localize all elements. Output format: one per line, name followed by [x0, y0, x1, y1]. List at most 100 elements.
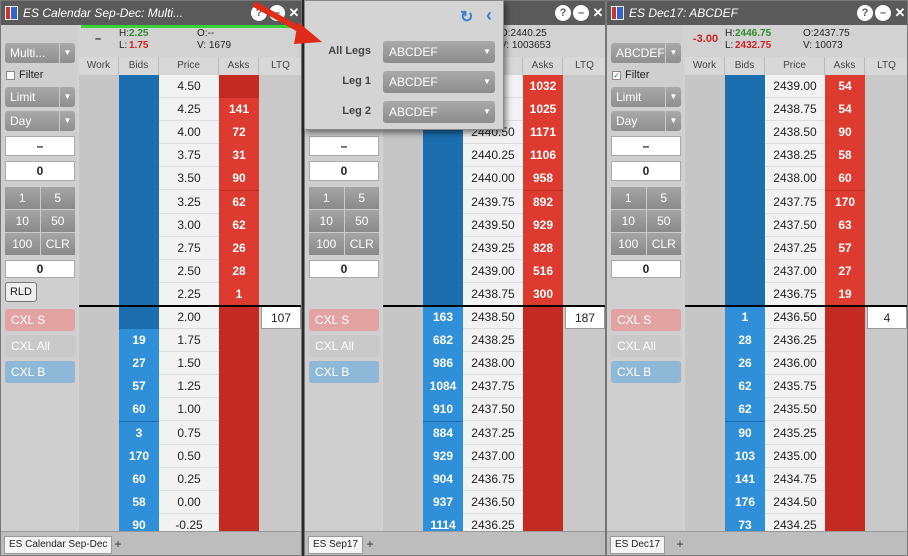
ladder-row[interactable]: 1 2436.50 4 — [685, 306, 907, 329]
ladder-row[interactable]: 2439.50 929 — [383, 213, 605, 237]
ask-cell[interactable]: 54 — [825, 75, 865, 98]
ask-cell[interactable]: 90 — [219, 167, 259, 191]
ladder-row[interactable]: 2437.00 27 — [685, 259, 907, 283]
price-cell[interactable]: 2.00 — [159, 306, 219, 329]
leg-account-select[interactable]: ABCDEF ▼ — [383, 41, 495, 63]
ask-cell[interactable]: 72 — [219, 121, 259, 145]
bid-cell[interactable] — [119, 98, 159, 121]
ask-cell[interactable] — [523, 306, 563, 329]
price-cell[interactable]: 1.00 — [159, 398, 219, 422]
ladder-row[interactable]: 2438.75 54 — [685, 98, 907, 122]
bid-cell[interactable]: 62 — [725, 375, 765, 399]
price-cell[interactable]: 4.00 — [159, 121, 219, 145]
ask-cell[interactable] — [523, 422, 563, 445]
leg-account-select[interactable]: ABCDEF ▼ — [383, 101, 495, 123]
refresh-icon[interactable]: ↻ — [460, 7, 473, 27]
price-cell[interactable]: 2439.50 — [463, 214, 523, 237]
price-cell[interactable]: 2435.25 — [765, 422, 825, 445]
price-cell[interactable]: 2436.75 — [765, 283, 825, 306]
quantity-button[interactable]: 10 — [309, 210, 344, 232]
plus-icon[interactable]: + — [111, 536, 125, 552]
bid-cell[interactable]: 937 — [423, 490, 463, 514]
close-icon[interactable]: ✕ — [892, 5, 907, 21]
ladder-row[interactable]: 170 0.50 — [79, 444, 301, 468]
bid-cell[interactable]: 170 — [119, 444, 159, 468]
bid-cell[interactable] — [119, 75, 159, 98]
ask-cell[interactable]: 63 — [825, 213, 865, 237]
bid-cell[interactable]: 3 — [119, 421, 159, 445]
bid-cell[interactable]: 176 — [725, 490, 765, 514]
price-cell[interactable]: 4.50 — [159, 75, 219, 98]
ask-cell[interactable] — [825, 329, 865, 352]
window-tab[interactable]: ES Sep17 — [308, 536, 364, 554]
price-cell[interactable]: 2434.75 — [765, 468, 825, 491]
price-cell[interactable]: 2438.50 — [765, 121, 825, 145]
ask-cell[interactable]: 62 — [219, 213, 259, 237]
ladder-row[interactable]: 60 0.25 — [79, 467, 301, 491]
price-cell[interactable]: 2438.50 — [463, 306, 523, 329]
quantity-button[interactable]: 5 — [40, 187, 75, 209]
price-cell[interactable]: 2436.50 — [765, 306, 825, 329]
ladder-row[interactable]: 2440.25 1106 — [383, 144, 605, 168]
bid-cell[interactable] — [725, 121, 765, 144]
ladder-row[interactable]: 4.00 72 — [79, 121, 301, 145]
price-cell[interactable]: 3.75 — [159, 144, 219, 168]
bid-cell[interactable]: 904 — [423, 467, 463, 491]
bid-cell[interactable] — [725, 214, 765, 237]
ask-cell[interactable]: 516 — [523, 259, 563, 283]
ask-cell[interactable]: 929 — [523, 213, 563, 237]
ladder-row[interactable]: 937 2436.50 — [383, 490, 605, 514]
ask-cell[interactable] — [219, 422, 259, 445]
cancel-buys-button[interactable]: CXL B — [611, 361, 681, 383]
ladder-row[interactable]: 2438.75 300 — [383, 282, 605, 306]
column-header[interactable]: LTQ — [865, 57, 907, 75]
order-type-select[interactable]: Limit ▼ — [611, 87, 681, 107]
ask-cell[interactable]: 828 — [523, 236, 563, 260]
bid-cell[interactable] — [725, 260, 765, 283]
quantity-button[interactable]: 1 — [309, 187, 344, 209]
ladder-row[interactable]: 2440.00 958 — [383, 167, 605, 191]
quantity-button[interactable]: 10 — [5, 210, 40, 232]
bid-cell[interactable]: 27 — [119, 352, 159, 376]
bid-cell[interactable] — [119, 144, 159, 167]
price-cell[interactable]: 2437.75 — [765, 191, 825, 214]
ladder-row[interactable]: 57 1.25 — [79, 375, 301, 399]
price-cell[interactable]: 3.25 — [159, 191, 219, 214]
ask-cell[interactable]: 958 — [523, 167, 563, 191]
ask-cell[interactable]: 19 — [825, 282, 865, 306]
ladder-row[interactable]: 60 1.00 — [79, 398, 301, 422]
bid-cell[interactable] — [423, 191, 463, 214]
price-cell[interactable]: 2438.75 — [463, 283, 523, 306]
quantity-button[interactable]: 50 — [646, 210, 681, 232]
ladder-row[interactable]: 62 2435.50 — [685, 398, 907, 422]
quantity-button[interactable]: CLR — [40, 233, 75, 255]
quantity-button[interactable]: CLR — [646, 233, 681, 255]
ask-cell[interactable]: 1032 — [523, 75, 563, 98]
bid-cell[interactable] — [119, 306, 159, 329]
ask-cell[interactable] — [219, 352, 259, 375]
bid-cell[interactable]: 163 — [423, 306, 463, 329]
ask-cell[interactable]: 54 — [825, 98, 865, 122]
ladder-row[interactable]: 2439.00 516 — [383, 259, 605, 283]
filter-checkbox[interactable]: ✓ Filter — [612, 69, 649, 81]
bid-cell[interactable]: 141 — [725, 467, 765, 491]
ask-cell[interactable] — [219, 329, 259, 352]
bid-cell[interactable] — [119, 237, 159, 260]
column-header[interactable]: Bids — [119, 57, 159, 75]
ladder-row[interactable]: 929 2437.00 — [383, 444, 605, 468]
quantity-button[interactable]: 5 — [646, 187, 681, 209]
bid-cell[interactable] — [725, 144, 765, 167]
ladder-row[interactable]: 141 2434.75 — [685, 467, 907, 491]
ask-cell[interactable] — [219, 445, 259, 468]
ask-cell[interactable] — [825, 468, 865, 491]
bid-cell[interactable] — [119, 260, 159, 283]
price-cell[interactable]: 2436.75 — [463, 468, 523, 491]
price-cell[interactable]: 4.25 — [159, 98, 219, 122]
price-cell[interactable]: 2435.75 — [765, 375, 825, 399]
price-cell[interactable]: 2440.00 — [463, 167, 523, 191]
ladder-row[interactable]: 2436.75 19 — [685, 282, 907, 306]
ladder-row[interactable]: 62 2435.75 — [685, 375, 907, 399]
price-cell[interactable]: 2439.75 — [463, 191, 523, 214]
price-cell[interactable]: 3.50 — [159, 167, 219, 191]
account-select[interactable]: ABCDEF ▼ — [611, 43, 681, 63]
